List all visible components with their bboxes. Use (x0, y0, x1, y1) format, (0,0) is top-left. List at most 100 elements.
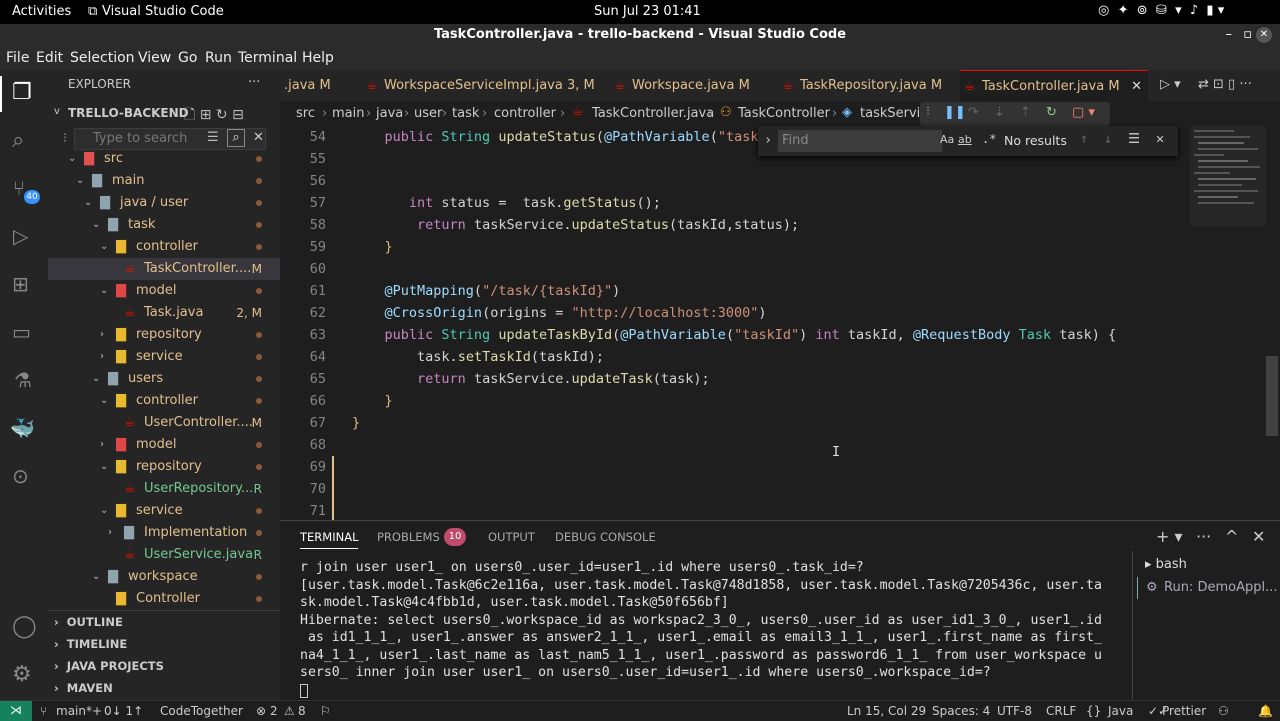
breadcrumb-java[interactable]: java (376, 106, 403, 121)
close-tab-icon[interactable]: ✕ (1131, 71, 1142, 103)
more-actions-icon[interactable]: ··· (248, 75, 260, 90)
tab-taskcontroller[interactable]: ☕ TaskController.java M ✕ (960, 70, 1148, 102)
extensions-icon[interactable]: ⊞ (12, 272, 29, 296)
menu-terminal[interactable]: Terminal (238, 50, 297, 66)
maximize-panel-icon[interactable]: ^ (1225, 527, 1238, 546)
sync-status[interactable]: 0↓ 1↑ (104, 704, 143, 718)
tree-folder[interactable]: › ▇ service (48, 346, 280, 368)
language-mode[interactable]: Java (1108, 704, 1133, 718)
encoding[interactable]: UTF-8 (997, 704, 1032, 718)
git-branch[interactable]: main*+ (56, 704, 102, 718)
eol[interactable]: CRLF (1046, 704, 1076, 718)
chevron-right-icon[interactable]: › (100, 434, 104, 456)
tree-folder[interactable]: ▇ Controller (48, 588, 280, 610)
chevron-down-icon[interactable]: ⌄ (100, 500, 108, 522)
tab-partial[interactable]: .java M (280, 70, 354, 102)
chevron-down-icon[interactable]: ⌄ (100, 456, 108, 478)
menu-view[interactable]: View (138, 50, 171, 66)
remote-icon[interactable]: ⋊ (0, 701, 32, 721)
section-java-projects[interactable]: › JAVA PROJECTS (54, 655, 164, 677)
close-search-icon[interactable]: ✕ (253, 130, 264, 145)
chevron-down-icon[interactable]: ⌄ (92, 566, 100, 588)
chevron-down-icon[interactable]: ⌄ (92, 214, 100, 236)
close-find-icon[interactable]: ✕ (1156, 131, 1164, 147)
explorer-icon[interactable]: ❐ (12, 80, 32, 105)
tab-workspaceserviceimpl[interactable]: ☕ WorkspaceServiceImpl.java 3, M (362, 70, 595, 102)
pause-icon[interactable]: ❚❚ (944, 105, 966, 120)
tree-folder[interactable]: › ▇ model (48, 434, 280, 456)
error-count[interactable]: 2 (270, 704, 278, 718)
minimap[interactable] (1190, 126, 1266, 226)
chevron-right-icon[interactable]: › (100, 324, 104, 346)
breadcrumb-member[interactable]: taskServi (860, 106, 920, 121)
editor-actions-icons[interactable]: ⇄ ⊡ ▯ ··· (1198, 77, 1252, 92)
live-share-icon[interactable]: ⊙ (12, 464, 29, 488)
menu-go[interactable]: Go (178, 50, 197, 66)
find-input[interactable]: Find (778, 130, 942, 152)
tree-folder[interactable]: ⌄ ▇ workspace (48, 566, 280, 588)
chevron-down-icon[interactable]: ⌄ (100, 236, 108, 258)
chevron-right-icon[interactable]: › (100, 346, 104, 368)
previous-match-icon[interactable]: ↑ (1080, 131, 1088, 147)
breadcrumb-user[interactable]: user (414, 106, 442, 121)
tree-file[interactable]: ☕ TaskController.... M (48, 258, 280, 280)
tree-folder[interactable]: ⌄ ▇ task (48, 214, 280, 236)
tree-file[interactable]: ☕ UserService.java R (48, 544, 280, 566)
breadcrumb-class[interactable]: TaskController (738, 106, 830, 121)
code-editor[interactable]: 54 public String updateStatus(@PathVaria… (280, 126, 1280, 520)
tree-folder[interactable]: ⌄ ▇ model (48, 280, 280, 302)
terminal-output[interactable]: r join user user1_ on users0_.user_id=us… (280, 559, 1130, 699)
breadcrumb-main[interactable]: main (332, 106, 364, 121)
chevron-down-icon[interactable]: ⌄ (68, 148, 76, 170)
drag-handle-icon[interactable]: ⁝ (63, 131, 67, 146)
tree-folder[interactable]: ⌄ ▇ controller (48, 236, 280, 258)
section-outline[interactable]: › OUTLINE (54, 611, 123, 633)
chevron-right-icon[interactable]: › (108, 522, 112, 544)
breadcrumb-task[interactable]: task (452, 106, 479, 121)
breadcrumb-file[interactable]: TaskController.java (592, 106, 714, 121)
next-match-icon[interactable]: ↓ (1104, 131, 1112, 147)
notifications-icon[interactable]: 🔔 (1258, 704, 1273, 718)
search-placeholder[interactable]: Type to search (93, 131, 187, 146)
find-in-selection-icon[interactable]: ☰ (1128, 131, 1140, 147)
cursor-position[interactable]: Ln 15, Col 29 (847, 704, 926, 718)
tray-icons[interactable]: ◎ ✦ ⊚ ⛁ ▾ ♪ ▮ ▾ (1098, 3, 1224, 18)
tab-problems[interactable]: PROBLEMS (377, 530, 440, 544)
restart-icon[interactable]: ↻ (1046, 105, 1057, 120)
step-over-icon[interactable]: ↷ (968, 105, 979, 120)
section-maven[interactable]: › MAVEN (54, 677, 113, 699)
activities-button[interactable]: Activities (12, 4, 71, 19)
step-out-icon[interactable]: ⇡ (1020, 105, 1031, 120)
new-terminal-icon[interactable]: + ▾ (1156, 527, 1183, 546)
menu-run[interactable]: Run (205, 50, 232, 66)
tree-folder[interactable]: ⌄ ▇ main (48, 170, 280, 192)
menu-help[interactable]: Help (302, 50, 334, 66)
close-panel-icon[interactable]: ✕ (1252, 527, 1265, 546)
chevron-down-icon[interactable]: ⌄ (100, 390, 108, 412)
minimize-icon[interactable]: – (1226, 24, 1233, 46)
terminal-item-bash[interactable]: ▸ bash (1145, 557, 1187, 572)
fuzzy-match-icon[interactable]: ⌕ (227, 129, 245, 147)
tree-folder[interactable]: › ▇ repository (48, 324, 280, 346)
tree-file[interactable]: ☕ UserController.... M (48, 412, 280, 434)
drag-handle-icon[interactable]: ⁝ (926, 104, 930, 119)
stop-icon[interactable]: ▢ ▾ (1072, 105, 1095, 120)
tab-output[interactable]: OUTPUT (488, 530, 535, 544)
toggle-replace-icon[interactable]: › (764, 132, 772, 148)
menu-edit[interactable]: Edit (36, 50, 63, 66)
whole-word-icon[interactable]: ab (958, 133, 972, 146)
search-icon[interactable]: ⌕ (12, 128, 24, 153)
run-debug-icon[interactable]: ▷ (13, 224, 28, 248)
testing-icon[interactable]: ⚗ (14, 368, 32, 392)
clock[interactable]: Sun Jul 23 01:41 (594, 4, 701, 19)
close-window-icon[interactable]: ✕ (1256, 27, 1272, 43)
tree-file[interactable]: ☕ UserRepository.... R (48, 478, 280, 500)
warning-count[interactable]: 8 (298, 704, 306, 718)
breadcrumb-src[interactable]: src (296, 106, 315, 121)
chevron-down-icon[interactable]: ⌄ (92, 368, 100, 390)
accounts-icon[interactable]: ◯ (12, 614, 37, 639)
chevron-down-icon[interactable]: v (54, 106, 60, 117)
more-actions-icon[interactable]: ··· (1196, 527, 1211, 546)
tree-folder[interactable]: ⌄ ▇ java / user (48, 192, 280, 214)
tree-folder[interactable]: ⌄ ▇ src (48, 148, 280, 170)
